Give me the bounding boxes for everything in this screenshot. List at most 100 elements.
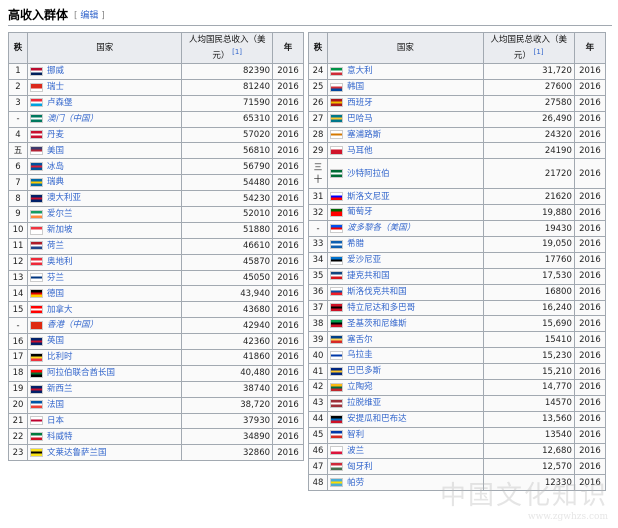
country-link[interactable]: 斯洛文尼亚 xyxy=(347,192,390,202)
country-link[interactable]: 比利时 xyxy=(47,352,73,362)
country-link[interactable]: 瑞典 xyxy=(47,177,64,187)
country-link[interactable]: 立陶宛 xyxy=(347,382,373,392)
income-cell: 71590 xyxy=(181,94,274,112)
country-link[interactable]: 瑞士 xyxy=(47,82,64,92)
country-link[interactable]: 爱沙尼亚 xyxy=(347,255,381,265)
country-link[interactable]: 挪威 xyxy=(47,66,64,76)
country-cell: 新加坡 xyxy=(26,221,183,239)
header-country: 国家 xyxy=(26,32,183,64)
year-cell: 2016 xyxy=(272,221,304,239)
country-link[interactable]: 圣基茨和尼维斯 xyxy=(347,319,407,329)
country-link[interactable]: 法国 xyxy=(47,400,64,410)
income-table-left: 秩 国家 人均国民总收入（美元） [1] 年 1 挪威 82390 2016 2 瑞士 81… xyxy=(8,32,304,462)
country-link[interactable]: 塞舌尔 xyxy=(347,335,373,345)
country-link[interactable]: 斯洛伐克共和国 xyxy=(347,287,407,297)
year-cell: 2016 xyxy=(573,410,607,428)
country-link[interactable]: 西班牙 xyxy=(347,98,373,108)
country-link[interactable]: 爱尔兰 xyxy=(47,209,73,219)
country-link[interactable]: 波兰 xyxy=(347,446,364,456)
country-link[interactable]: 拉脱维亚 xyxy=(347,398,381,408)
header-income: 人均国民总收入（美元） [1] xyxy=(482,32,575,64)
country-link[interactable]: 冰岛 xyxy=(47,162,64,172)
country-cell: 圣基茨和尼维斯 xyxy=(327,315,484,333)
country-cell: 斯洛伐克共和国 xyxy=(327,283,484,301)
country-link[interactable]: 巴巴多斯 xyxy=(347,366,381,376)
income-cell: 82390 xyxy=(181,63,274,80)
edit-link[interactable]: 编辑 xyxy=(80,11,98,21)
country-link[interactable]: 韩国 xyxy=(347,82,364,92)
country-link[interactable]: 荷兰 xyxy=(47,241,64,251)
header-ref-link[interactable]: [1] xyxy=(534,48,544,56)
country-link[interactable]: 特立尼达和多巴哥 xyxy=(347,303,415,313)
country-link[interactable]: 科威特 xyxy=(47,432,73,442)
income-cell: 15,230 xyxy=(482,347,575,365)
country-link[interactable]: 沙特阿拉伯 xyxy=(347,169,390,179)
rank-cell: 39 xyxy=(307,331,329,349)
country-link[interactable]: 波多黎各（美国） xyxy=(347,223,415,233)
country-link[interactable]: 新西兰 xyxy=(47,384,73,394)
rank-cell: 13 xyxy=(8,269,28,287)
rank-cell: 44 xyxy=(307,410,329,428)
country-link[interactable]: 新加坡 xyxy=(47,225,73,235)
header-ref-link[interactable]: [1] xyxy=(232,48,242,56)
country-link[interactable]: 加拿大 xyxy=(47,305,73,315)
country-link[interactable]: 捷克共和国 xyxy=(347,271,390,281)
rank-cell: 32 xyxy=(307,204,329,222)
country-link[interactable]: 奥地利 xyxy=(47,257,73,267)
year-cell: 2016 xyxy=(573,63,607,80)
table-row: 43 拉脱维亚 14570 2016 xyxy=(307,394,607,412)
rank-cell: 42 xyxy=(307,379,329,396)
table-row: 21 日本 37930 2016 xyxy=(8,412,304,430)
country-cell: 荷兰 xyxy=(26,237,183,255)
rank-cell: 38 xyxy=(307,315,329,333)
country-link[interactable]: 阿拉伯联合酋长国 xyxy=(47,368,115,378)
country-link[interactable]: 香港（中国） xyxy=(47,320,98,330)
country-link[interactable]: 帕劳 xyxy=(347,478,364,488)
country-link[interactable]: 塞浦路斯 xyxy=(347,130,381,140)
country-link[interactable]: 美国 xyxy=(47,146,64,156)
country-link[interactable]: 德国 xyxy=(47,289,64,299)
flag-icon xyxy=(330,398,344,408)
country-link[interactable]: 澳大利亚 xyxy=(47,193,81,203)
country-link[interactable]: 英国 xyxy=(47,336,64,346)
country-link[interactable]: 匈牙利 xyxy=(347,462,373,472)
country-link[interactable]: 卢森堡 xyxy=(47,98,73,108)
income-cell: 12330 xyxy=(482,474,575,492)
country-link[interactable]: 巴哈马 xyxy=(347,114,373,124)
flag-icon xyxy=(29,305,43,315)
country-link[interactable]: 澳门（中国） xyxy=(47,114,98,124)
year-cell: 2016 xyxy=(272,126,304,144)
year-cell: 2016 xyxy=(272,269,304,287)
country-link[interactable]: 文莱达鲁萨兰国 xyxy=(47,448,107,458)
table-row: 26 西班牙 27580 2016 xyxy=(307,94,607,112)
income-cell: 27600 xyxy=(482,78,575,96)
rank-cell: 47 xyxy=(307,458,329,476)
country-link[interactable]: 智利 xyxy=(347,430,364,440)
table-row: 27 巴哈马 26,490 2016 xyxy=(307,110,607,128)
rank-cell: 10 xyxy=(8,221,28,239)
country-link[interactable]: 芬兰 xyxy=(47,273,64,283)
rank-cell: 45 xyxy=(307,426,329,444)
country-link[interactable]: 日本 xyxy=(47,416,64,426)
country-cell: 冰岛 xyxy=(26,158,183,176)
income-cell: 15,690 xyxy=(482,315,575,333)
country-link[interactable]: 马耳他 xyxy=(347,146,373,156)
flag-icon xyxy=(29,384,43,394)
flag-icon xyxy=(29,241,43,251)
table-row: 9 爱尔兰 52010 2016 xyxy=(8,206,304,223)
table-row: 37 特立尼达和多巴哥 16,240 2016 xyxy=(307,299,607,317)
table-row: 20 法国 38,720 2016 xyxy=(8,396,304,414)
country-cell: 日本 xyxy=(26,412,183,430)
flag-icon xyxy=(29,257,43,267)
country-link[interactable]: 葡萄牙 xyxy=(347,207,373,217)
country-link[interactable]: 乌拉圭 xyxy=(347,350,373,360)
country-link[interactable]: 安提瓜和巴布达 xyxy=(347,414,407,424)
flag-icon xyxy=(29,416,43,426)
year-cell: 2016 xyxy=(272,190,304,208)
country-link[interactable]: 丹麦 xyxy=(47,130,64,140)
income-cell: 12,570 xyxy=(482,458,575,476)
country-cell: 捷克共和国 xyxy=(327,267,484,285)
country-link[interactable]: 意大利 xyxy=(347,66,373,76)
country-cell: 希腊 xyxy=(327,236,484,253)
country-link[interactable]: 希腊 xyxy=(347,239,364,249)
